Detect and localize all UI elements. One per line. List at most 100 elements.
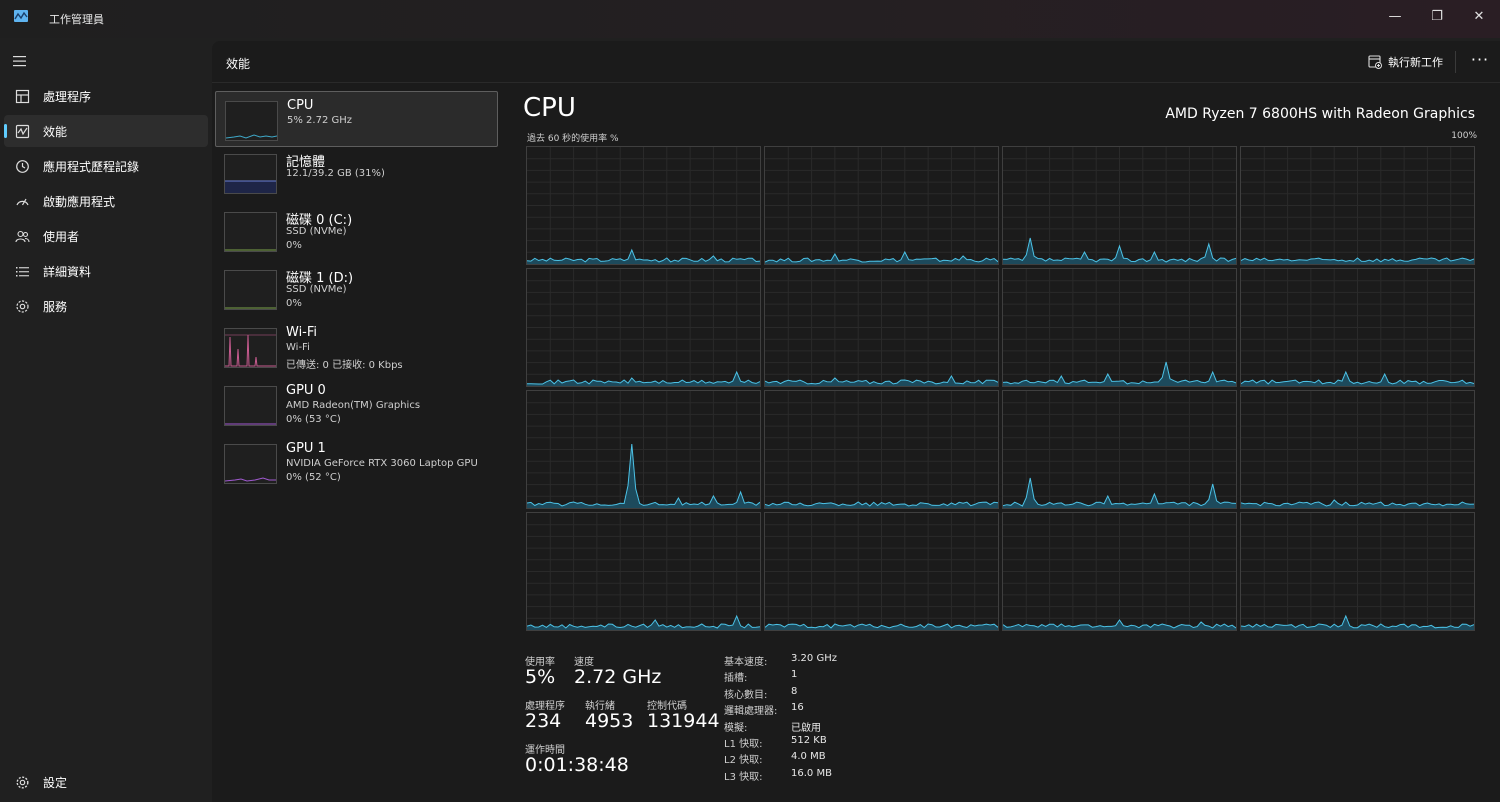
- history-icon: [14, 158, 30, 174]
- memory-fill: [225, 181, 276, 193]
- device-status: 已傳送: 0 已接收: 0 Kbps: [286, 360, 403, 371]
- settings-label: 設定: [43, 776, 68, 790]
- sidebar-item-label: 服務: [43, 300, 68, 314]
- header-divider: [1455, 51, 1456, 73]
- logical-processor-graph-0: [526, 146, 761, 265]
- logical-processor-graph-12: [526, 512, 761, 631]
- logical-processor-graph-2: [1002, 146, 1237, 265]
- device-item-4[interactable]: Wi-Fi Wi-Fi 已傳送: 0 已接收: 0 Kbps: [215, 319, 498, 375]
- usage-value: 5%: [525, 666, 556, 688]
- graph-max-label: 100%: [1451, 131, 1477, 141]
- device-detail: SSD (NVMe): [286, 284, 347, 295]
- run-new-task-button[interactable]: 執行新工作: [1368, 53, 1443, 71]
- spec-label: 模擬:: [724, 722, 748, 734]
- logical-processor-graph-14: [1002, 512, 1237, 631]
- device-name: GPU 1: [286, 441, 326, 456]
- device-name: CPU: [287, 98, 314, 113]
- device-item-1[interactable]: 記憶體 12.1/39.2 GB (31%): [215, 145, 498, 201]
- logical-processor-graph-13: [764, 512, 999, 631]
- sidebar: 處理程序 效能 應用程式歷程記錄 啟動應用程式 使用者 詳細資料 服務 設定: [0, 38, 212, 802]
- spec-label: L3 快取:: [724, 771, 763, 783]
- device-name: Wi-Fi: [286, 325, 318, 340]
- run-new-task-label: 執行新工作: [1388, 56, 1443, 69]
- device-detail: SSD (NVMe): [286, 226, 347, 237]
- sidebar-item-services[interactable]: 服務: [4, 290, 208, 322]
- logical-processor-graph-6: [1002, 268, 1237, 387]
- sidebar-item-label: 詳細資料: [43, 265, 92, 279]
- device-status: 0%: [286, 240, 302, 251]
- handles-value: 131944: [647, 710, 720, 732]
- sidebar-item-label: 效能: [43, 125, 68, 139]
- logical-processor-graph-4: [526, 268, 761, 387]
- logical-processor-graph-3: [1240, 146, 1475, 265]
- device-item-5[interactable]: GPU 0 AMD Radeon(TM) Graphics 0% (53 °C): [215, 377, 498, 433]
- device-status: 0% (53 °C): [286, 414, 341, 425]
- device-item-3[interactable]: 磁碟 1 (D:) SSD (NVMe) 0%: [215, 261, 498, 317]
- device-thumbnail-graph: [225, 101, 278, 141]
- cpu-model-name: AMD Ryzen 7 6800HS with Radeon Graphics: [1165, 106, 1475, 122]
- spec-value: 16: [791, 702, 804, 714]
- logical-processor-graph-9: [764, 390, 999, 509]
- logical-processor-graph-15: [1240, 512, 1475, 631]
- device-detail: Wi-Fi: [286, 342, 310, 353]
- sidebar-item-label: 處理程序: [43, 90, 92, 104]
- spec-value: 16.0 MB: [791, 767, 832, 779]
- device-thumbnail-graph: [224, 212, 277, 252]
- spec-label: L2 快取:: [724, 755, 763, 767]
- device-thumbnail-line: [225, 334, 276, 367]
- users-icon: [14, 228, 30, 244]
- title-bar: 工作管理員 — ❐ ✕: [0, 0, 1500, 38]
- spec-label: 插槽:: [724, 673, 748, 685]
- threads-value: 4953: [585, 710, 634, 732]
- device-thumbnail-graph: [224, 444, 277, 484]
- spec-value: 8: [791, 685, 798, 697]
- spec-value: 已啟用: [791, 722, 821, 734]
- sidebar-item-settings[interactable]: 設定: [4, 766, 208, 798]
- spec-label: 核心數目:: [724, 689, 768, 701]
- spec-label: 邏輯處理器:: [724, 706, 778, 718]
- device-thumbnail-graph: [224, 154, 277, 194]
- maximize-button[interactable]: ❐: [1414, 0, 1460, 32]
- sidebar-item-startup-apps[interactable]: 啟動應用程式: [4, 185, 208, 217]
- sidebar-item-processes[interactable]: 處理程序: [4, 80, 208, 112]
- logical-processor-graph-5: [764, 268, 999, 387]
- logical-processor-graph-8: [526, 390, 761, 509]
- close-button[interactable]: ✕: [1456, 0, 1500, 32]
- device-detail: NVIDIA GeForce RTX 3060 Laptop GPU: [286, 458, 478, 469]
- gear-icon: [14, 774, 30, 790]
- more-options-button[interactable]: ···: [1468, 51, 1492, 73]
- speed-value: 2.72 GHz: [574, 666, 662, 688]
- logical-processor-graph-10: [1002, 390, 1237, 509]
- cpu-title: CPU: [523, 93, 576, 123]
- task-manager-app-icon: [14, 10, 28, 22]
- page-header: 效能 執行新工作 ···: [212, 41, 1500, 83]
- sidebar-item-label: 使用者: [43, 230, 80, 244]
- logical-processor-graph-11: [1240, 390, 1475, 509]
- main-panel: 效能 執行新工作 ··· CPU 5% 2.72 GHz 記憶體 12.1/39.2 …: [212, 41, 1500, 802]
- device-thumbnail-graph: [224, 328, 277, 368]
- run-task-icon: [1368, 55, 1382, 69]
- device-thumbnail-graph: [224, 386, 277, 426]
- hamburger-menu-icon[interactable]: [12, 54, 28, 68]
- device-thumbnail-graph: [224, 270, 277, 310]
- page-title: 效能: [226, 57, 251, 71]
- processes-value: 234: [525, 710, 562, 732]
- graph-caption: 過去 60 秒的使用率 %: [527, 134, 619, 144]
- sidebar-item-details[interactable]: 詳細資料: [4, 255, 208, 287]
- sidebar-item-performance[interactable]: 效能: [4, 115, 208, 147]
- logical-processor-graph-7: [1240, 268, 1475, 387]
- startup-icon: [14, 193, 30, 209]
- spec-label: 基本速度:: [724, 657, 768, 668]
- device-item-2[interactable]: 磁碟 0 (C:) SSD (NVMe) 0%: [215, 203, 498, 259]
- spec-value: 512 KB: [791, 735, 827, 746]
- minimize-button[interactable]: —: [1372, 0, 1418, 32]
- services-icon: [14, 298, 30, 314]
- device-detail: 12.1/39.2 GB (31%): [286, 168, 385, 179]
- device-item-6[interactable]: GPU 1 NVIDIA GeForce RTX 3060 Laptop GPU 0…: [215, 435, 498, 491]
- device-item-0[interactable]: CPU 5% 2.72 GHz: [215, 91, 498, 147]
- sidebar-item-users[interactable]: 使用者: [4, 220, 208, 252]
- device-detail: AMD Radeon(TM) Graphics: [286, 400, 421, 411]
- spec-value: 3.20 GHz: [791, 653, 837, 664]
- sidebar-item-app-history[interactable]: 應用程式歷程記錄: [4, 150, 208, 182]
- device-detail: 5% 2.72 GHz: [287, 115, 353, 126]
